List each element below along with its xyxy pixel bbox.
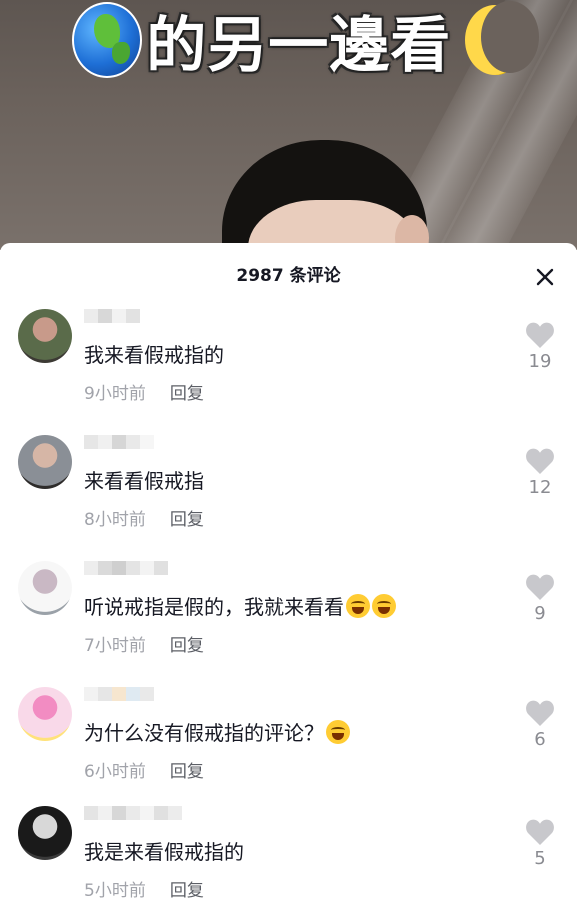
globe-icon [72, 2, 143, 78]
like-count: 5 [534, 848, 546, 869]
mosaic-cell [98, 435, 112, 449]
comment-text-content: 听说戒指是假的，我就来看看 [84, 595, 344, 619]
mosaic-cell [126, 435, 140, 449]
avatar[interactable] [18, 309, 72, 363]
comment-meta: 9小时前 回复 [84, 379, 204, 404]
mosaic-cell [154, 561, 168, 575]
mosaic-cell [126, 806, 140, 820]
comment-meta: 6小时前 回复 [84, 757, 204, 782]
mosaic-cell [112, 806, 126, 820]
close-icon[interactable] [533, 265, 557, 289]
username-mosaic[interactable] [84, 561, 168, 591]
like-count: 9 [534, 603, 546, 624]
like-button[interactable]: 12 [515, 447, 565, 498]
heart-icon [526, 448, 554, 474]
comment-timestamp: 6小时前 [84, 762, 146, 782]
avatar[interactable] [18, 806, 72, 860]
comment-text: 听说戒指是假的，我就来看看 [84, 591, 396, 620]
mosaic-cell [98, 687, 112, 701]
avatar[interactable] [18, 687, 72, 741]
comment-item[interactable]: 我是来看假戒指的 5小时前 回复 5 [0, 806, 577, 918]
laugh-cry-emoji-icon [326, 720, 350, 744]
mosaic-cell [126, 309, 140, 323]
comment-meta: 7小时前 回复 [84, 631, 204, 656]
comment-text-content: 为什么没有假戒指的评论？ [84, 721, 324, 745]
like-count: 19 [528, 351, 552, 372]
username-mosaic[interactable] [84, 687, 154, 717]
comment-text-content: 我来看假戒指的 [84, 343, 224, 367]
comment-item[interactable]: 为什么没有假戒指的评论？ 6小时前 回复 6 [0, 687, 577, 807]
comment-text: 为什么没有假戒指的评论？ [84, 717, 350, 746]
mosaic-cell [84, 687, 98, 701]
like-count: 6 [534, 729, 546, 750]
comment-text-content: 来看看假戒指 [84, 469, 204, 493]
comment-item[interactable]: 来看看假戒指 8小时前 回复 12 [0, 435, 577, 555]
mosaic-cell [98, 561, 112, 575]
comment-timestamp: 5小时前 [84, 881, 146, 901]
mosaic-cell [168, 806, 182, 820]
username-mosaic[interactable] [84, 309, 154, 339]
video-player[interactable]: 的另一邊看 [0, 0, 577, 250]
heart-icon [526, 700, 554, 726]
mosaic-cell [112, 561, 126, 575]
comment-sheet-header: 2987 条评论 [0, 243, 577, 301]
mosaic-cell [140, 309, 154, 323]
video-overlay-title: 的另一邊看 [72, 0, 539, 81]
mosaic-cell [140, 561, 154, 575]
mosaic-cell [126, 687, 140, 701]
comment-timestamp: 8小时前 [84, 510, 146, 530]
mosaic-cell [112, 687, 126, 701]
reply-button[interactable]: 回复 [170, 379, 204, 404]
comment-timestamp: 9小时前 [84, 384, 146, 404]
mosaic-cell [154, 806, 168, 820]
like-button[interactable]: 5 [515, 818, 565, 869]
mosaic-cell [84, 435, 98, 449]
mosaic-cell [140, 435, 154, 449]
reply-button[interactable]: 回复 [170, 631, 204, 656]
comment-text: 来看看假戒指 [84, 465, 204, 494]
comment-text: 我来看假戒指的 [84, 339, 224, 368]
comment-item[interactable]: 我来看假戒指的 9小时前 回复 19 [0, 309, 577, 429]
comment-text: 我是来看假戒指的 [84, 836, 244, 865]
like-count: 12 [528, 477, 552, 498]
avatar[interactable] [18, 561, 72, 615]
comment-count: 2987 条评论 [236, 266, 341, 286]
username-mosaic[interactable] [84, 435, 154, 465]
heart-icon [526, 322, 554, 348]
like-button[interactable]: 9 [515, 573, 565, 624]
comment-meta: 8小时前 回复 [84, 505, 204, 530]
mosaic-cell [140, 687, 154, 701]
comment-item[interactable]: 听说戒指是假的，我就来看看 7小时前 回复 9 [0, 561, 577, 681]
mosaic-cell [84, 309, 98, 323]
heart-icon [526, 819, 554, 845]
video-comment-page: 的另一邊看 2987 条评论 我来看假戒指的 9小时前 回复 19 来看看假戒指 8小时前… [0, 0, 577, 918]
comment-timestamp: 7小时前 [84, 636, 146, 656]
moon-icon [465, 1, 539, 75]
mosaic-cell [98, 309, 112, 323]
mosaic-cell [126, 561, 140, 575]
laugh-cry-emoji-icon [346, 594, 370, 618]
mosaic-cell [84, 561, 98, 575]
mosaic-cell [140, 806, 154, 820]
like-button[interactable]: 6 [515, 699, 565, 750]
comment-meta: 5小时前 回复 [84, 876, 204, 901]
mosaic-cell [84, 806, 98, 820]
like-button[interactable]: 19 [515, 321, 565, 372]
overlay-title-text: 的另一邊看 [146, 10, 452, 81]
comment-sheet: 2987 条评论 我来看假戒指的 9小时前 回复 19 来看看假戒指 8小时前 回复 12 听说… [0, 243, 577, 918]
avatar[interactable] [18, 435, 72, 489]
laugh-cry-emoji-icon [372, 594, 396, 618]
mosaic-cell [112, 309, 126, 323]
comment-text-content: 我是来看假戒指的 [84, 840, 244, 864]
reply-button[interactable]: 回复 [170, 876, 204, 901]
reply-button[interactable]: 回复 [170, 757, 204, 782]
mosaic-cell [98, 806, 112, 820]
mosaic-cell [112, 435, 126, 449]
reply-button[interactable]: 回复 [170, 505, 204, 530]
heart-icon [526, 574, 554, 600]
username-mosaic[interactable] [84, 806, 182, 836]
